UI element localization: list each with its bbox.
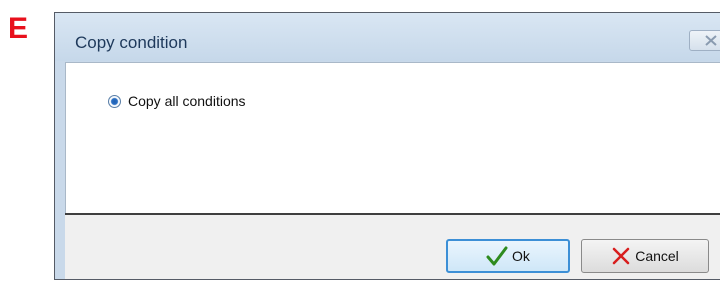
checkmark-icon xyxy=(486,246,508,266)
copy-all-radio[interactable] xyxy=(108,94,121,108)
copy-condition-dialog: Copy condition Copy all conditions Ok Ca… xyxy=(54,12,720,280)
cancel-button[interactable]: Cancel xyxy=(581,239,709,273)
close-button[interactable] xyxy=(689,30,720,51)
close-icon xyxy=(705,35,717,46)
panel-letter: E xyxy=(8,12,29,45)
copy-all-label: Copy all conditions xyxy=(128,93,246,109)
x-icon xyxy=(612,247,630,265)
ok-button[interactable]: Ok xyxy=(446,239,570,273)
dialog-title: Copy condition xyxy=(75,33,188,52)
dialog-content: Copy all conditions xyxy=(65,62,720,213)
ok-label: Ok xyxy=(512,248,530,264)
dialog-footer: Ok Cancel xyxy=(65,213,720,279)
copy-all-option[interactable]: Copy all conditions xyxy=(108,93,246,109)
cancel-label: Cancel xyxy=(635,248,679,264)
title-bar: Copy condition xyxy=(55,13,720,61)
